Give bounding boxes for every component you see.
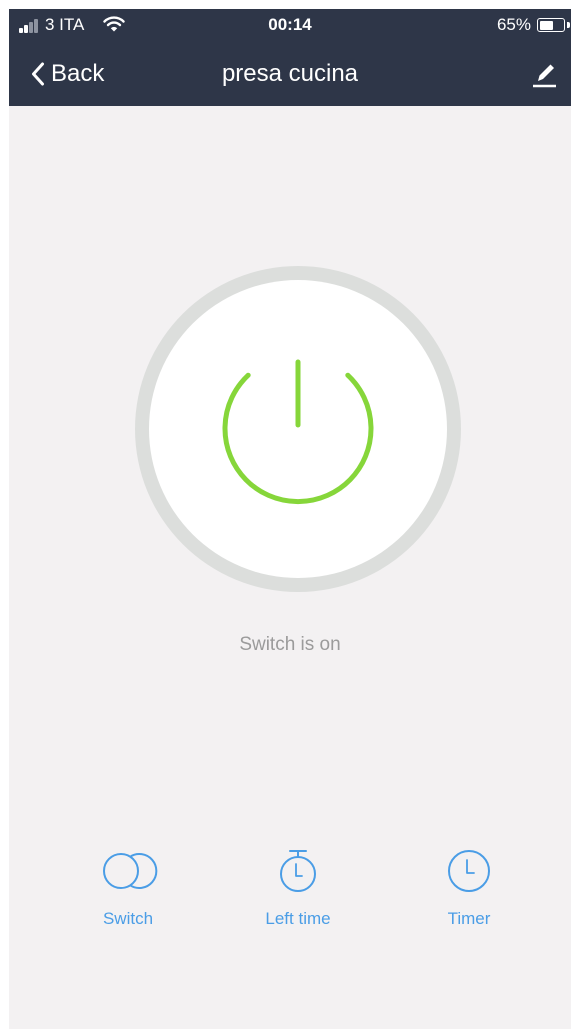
timer-action[interactable]: Timer [394, 849, 544, 949]
chevron-left-icon [32, 62, 44, 86]
stopwatch-icon [280, 850, 316, 892]
timer-action-label: Timer [447, 909, 491, 928]
left-time-action[interactable]: Left time [223, 849, 373, 949]
left-time-action-label: Left time [265, 909, 331, 928]
battery-nub [567, 22, 570, 28]
status-bar: 3 ITA 00:14 65% [9, 9, 571, 41]
switch-action[interactable]: Switch [53, 849, 203, 949]
back-label: Back [51, 60, 105, 87]
power-toggle-button[interactable] [149, 280, 447, 578]
switch-icon [103, 853, 158, 889]
status-time: 00:14 [268, 15, 312, 34]
header: 3 ITA 00:14 65% Back presa cucina [9, 9, 571, 106]
back-button[interactable]: Back [31, 57, 104, 91]
battery-percentage: 65% [496, 15, 531, 34]
power-button-ring [135, 266, 461, 592]
switch-status-text: Switch is on [239, 634, 341, 655]
clock-icon [448, 850, 490, 892]
battery-level [539, 20, 553, 30]
battery-icon [537, 18, 565, 32]
power-icon [222, 359, 374, 505]
app-frame: 3 ITA 00:14 65% Back presa cucina Switch… [9, 9, 571, 1029]
switch-action-label: Switch [102, 909, 154, 928]
edit-icon[interactable] [529, 59, 559, 89]
screen: 3 ITA 00:14 65% Back presa cucina Switch… [0, 0, 581, 1029]
navigation-bar: Back presa cucina [9, 49, 571, 99]
page-title: presa cucina [221, 60, 359, 87]
